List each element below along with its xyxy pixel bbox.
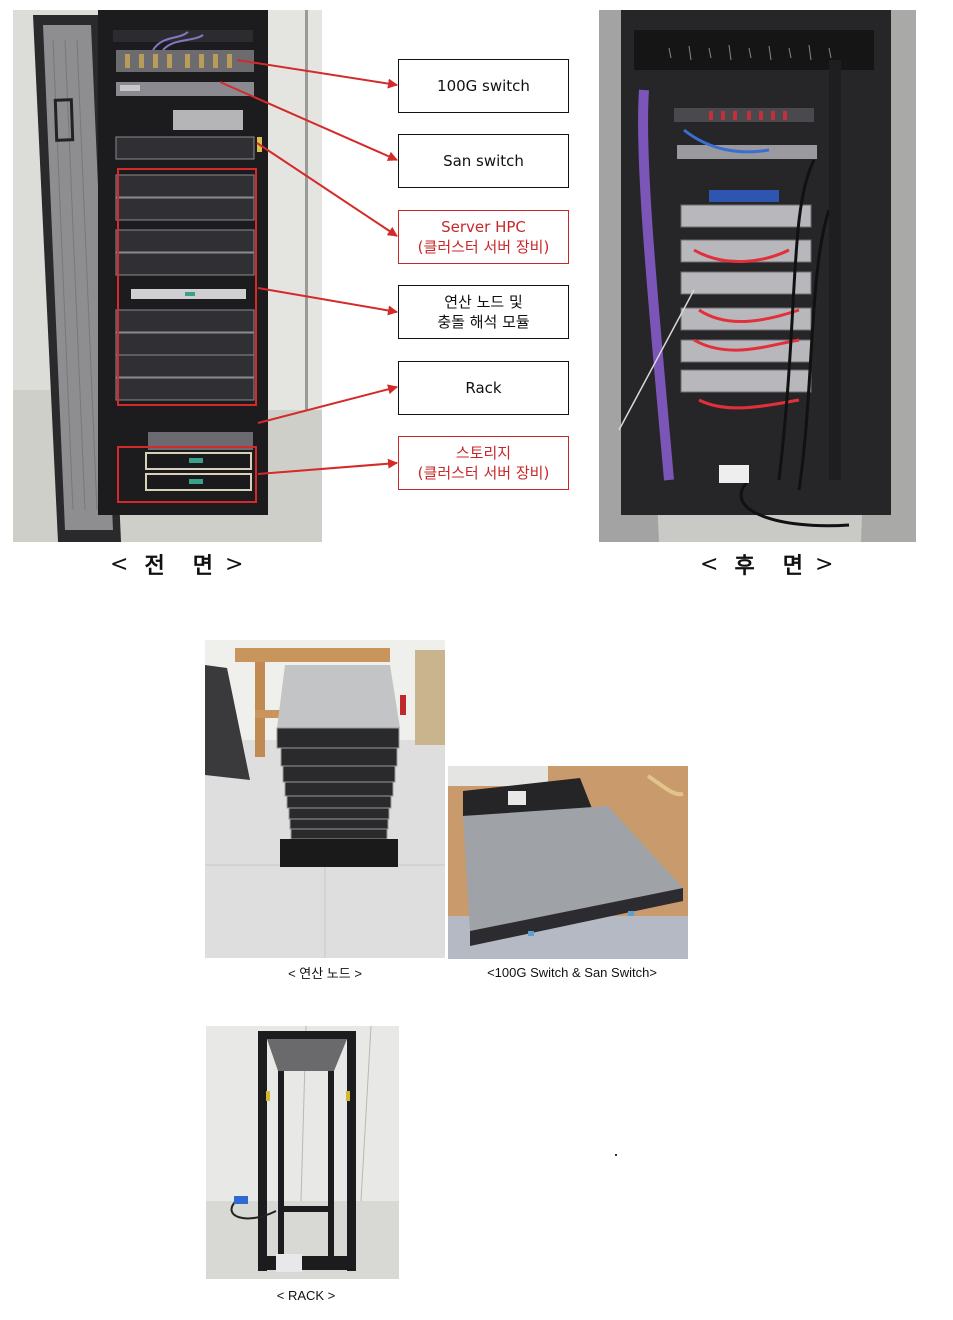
switches-caption: <100G Switch & San Switch> (487, 965, 657, 980)
front-caption: < 전 면 > (110, 551, 246, 580)
callout-label: Server HPC (441, 218, 526, 236)
compute-node-photo (205, 640, 445, 958)
callout-compute-node: 연산 노드 및 충돌 해석 모듈 (398, 285, 569, 339)
compute-node-caption: < 연산 노드 > (288, 966, 362, 981)
callout-label: 연산 노드 및 (444, 293, 523, 311)
stray-dot-mark (615, 1154, 617, 1156)
callout-rack: Rack (398, 361, 569, 415)
callout-label: 스토리지 (455, 444, 512, 462)
callout-label: Rack (465, 379, 502, 397)
callout-san-switch: San switch (398, 134, 569, 188)
switches-photo (448, 766, 688, 959)
callout-label: 100G switch (437, 77, 530, 95)
callout-sublabel: 충돌 해석 모듈 (437, 313, 530, 331)
rear-rack-photo (599, 10, 916, 542)
callout-label: San switch (443, 152, 524, 170)
rear-caption: < 후 면 > (700, 551, 836, 580)
callout-sublabel: (클러스터 서버 장비) (417, 238, 550, 256)
rack-caption: < RACK > (276, 1288, 336, 1303)
front-rack-photo (13, 10, 322, 542)
callout-storage: 스토리지 (클러스터 서버 장비) (398, 436, 569, 490)
callout-100g-switch: 100G switch (398, 59, 569, 113)
callout-server-hpc: Server HPC (클러스터 서버 장비) (398, 210, 569, 264)
rack-photo (206, 1026, 399, 1279)
callout-sublabel: (클러스터 서버 장비) (417, 464, 550, 482)
